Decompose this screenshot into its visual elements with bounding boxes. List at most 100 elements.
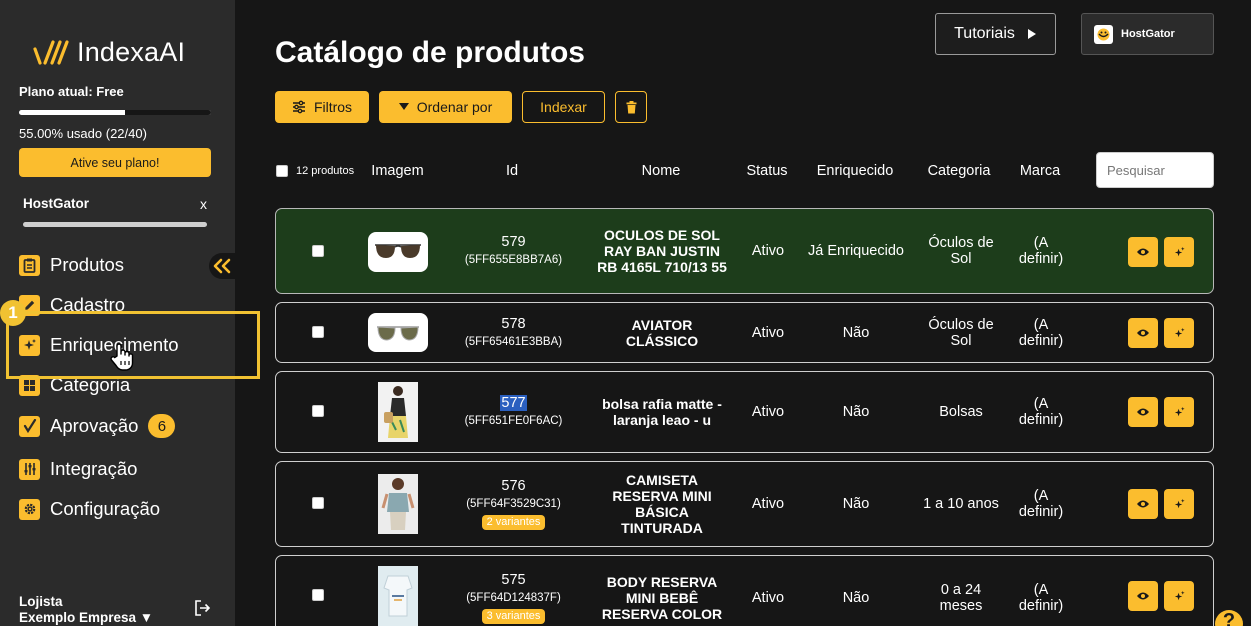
filter-sliders-icon xyxy=(292,100,305,114)
product-name: bolsa rafia matte - laranja leao - u xyxy=(602,396,722,428)
product-sku: (5FF64D124837F) xyxy=(466,592,561,604)
enrich-button[interactable] xyxy=(1164,237,1194,267)
product-id: 575 xyxy=(501,572,526,588)
double-chevron-left-icon xyxy=(213,258,231,274)
view-button[interactable] xyxy=(1128,581,1158,611)
sidebar-item-label: Integração xyxy=(50,458,138,479)
store-close-button[interactable]: x xyxy=(200,196,207,212)
table-row[interactable]: 579 (5FF655E8BB7A6) OCULOS DE SOL RAY BA… xyxy=(275,208,1214,294)
column-header-imagem[interactable]: Imagem xyxy=(360,163,435,179)
sort-button[interactable]: Ordenar por xyxy=(379,91,512,123)
product-name: CAMISETA RESERVA MINI BÁSICA TINTURADA xyxy=(612,472,712,536)
product-sku: (5FF64F3529C31) xyxy=(466,498,561,510)
logout-button[interactable] xyxy=(193,599,211,622)
cell-status: Ativo xyxy=(751,404,785,420)
enrich-button[interactable] xyxy=(1164,581,1194,611)
cell-brand: (A definir) xyxy=(1018,488,1064,520)
row-checkbox[interactable] xyxy=(312,589,324,601)
column-header-categoria[interactable]: Categoria xyxy=(919,163,999,179)
sliders-icon xyxy=(19,458,40,480)
column-header-id[interactable]: Id xyxy=(482,163,542,179)
sidebar-item-integracao[interactable]: Integração xyxy=(19,456,137,482)
product-id: 577 xyxy=(500,395,527,411)
row-checkbox[interactable] xyxy=(312,405,324,417)
sidebar-item-label: Produtos xyxy=(50,254,125,275)
plan-usage-text: 55.00% usado (22/40) xyxy=(19,126,147,141)
index-button[interactable]: Indexar xyxy=(522,91,605,123)
cell-brand: (A definir) xyxy=(1018,396,1064,428)
product-id: 579 xyxy=(501,234,526,250)
collapse-sidebar-button[interactable] xyxy=(209,253,235,279)
company-selector[interactable]: Exemplo Empresa ▼ xyxy=(19,610,153,625)
cell-enriched: Não xyxy=(842,496,870,512)
cell-id: 578 (5FF65461E3BBA) xyxy=(446,303,581,362)
cell-category: 1 a 10 anos xyxy=(923,496,999,512)
search-input[interactable] xyxy=(1096,152,1214,188)
filters-button[interactable]: Filtros xyxy=(275,91,369,123)
store-selector[interactable]: HostGator x xyxy=(23,196,207,212)
product-sku: (5FF655E8BB7A6) xyxy=(464,254,563,266)
cell-category: Óculos de Sol xyxy=(928,235,994,267)
row-checkbox[interactable] xyxy=(312,326,324,338)
column-header-marca[interactable]: Marca xyxy=(1010,163,1070,179)
table-row[interactable]: 576 (5FF64F3529C31) 2 variantes CAMISETA… xyxy=(275,461,1214,547)
product-name: BODY RESERVA MINI BEBÊ RESERVA COLOR xyxy=(601,574,723,622)
view-button[interactable] xyxy=(1128,237,1158,267)
cell-id: 577 (5FF651FE0F6AC) xyxy=(446,372,581,452)
table-row[interactable]: 578 (5FF65461E3BBA) AVIATOR CLÁSSICO Ati… xyxy=(275,302,1214,363)
row-checkbox[interactable] xyxy=(312,245,324,257)
help-button[interactable]: ? xyxy=(1215,610,1243,626)
table-row[interactable]: 577 (5FF651FE0F6AC) bolsa rafia matte - … xyxy=(275,371,1214,453)
column-header-enriquecido[interactable]: Enriquecido xyxy=(805,163,905,179)
sidebar-item-produtos[interactable]: Produtos xyxy=(19,252,124,278)
sidebar-item-configuracao[interactable]: Configuração xyxy=(19,496,160,522)
product-image-sunglasses xyxy=(368,232,428,272)
account-name: HostGator xyxy=(1121,28,1175,40)
hostgator-logo-icon xyxy=(1094,24,1113,44)
product-id: 576 xyxy=(501,478,526,494)
gear-icon xyxy=(19,498,40,520)
cell-category: Bolsas xyxy=(939,404,983,420)
cell-id: 576 (5FF64F3529C31) 2 variantes xyxy=(446,462,581,546)
approval-count-badge: 6 xyxy=(148,414,176,438)
cell-brand: (A definir) xyxy=(1018,316,1064,349)
sidebar-item-label: Aprovação xyxy=(50,415,139,436)
cell-name: CAMISETA RESERVA MINI BÁSICA TINTURADA xyxy=(596,462,728,546)
cell-category: Óculos de Sol xyxy=(928,316,994,349)
enrich-button[interactable] xyxy=(1164,397,1194,427)
eye-icon xyxy=(1137,592,1149,600)
logo-mark-icon xyxy=(33,39,69,65)
cell-id: 575 (5FF64D124837F) 3 variantes xyxy=(446,556,581,626)
column-header-status[interactable]: Status xyxy=(737,163,797,179)
product-image-body xyxy=(378,566,418,626)
delete-button[interactable] xyxy=(615,91,647,123)
page-title: Catálogo de produtos xyxy=(275,36,585,69)
sparkle-icon xyxy=(1174,327,1185,337)
account-selector[interactable]: HostGator xyxy=(1081,13,1214,55)
product-image-bag xyxy=(378,382,418,442)
table-row[interactable]: 575 (5FF64D124837F) 3 variantes BODY RES… xyxy=(275,555,1214,626)
plan-usage-bar xyxy=(19,110,211,115)
eye-icon xyxy=(1137,248,1149,256)
product-image-kid xyxy=(378,474,418,534)
trash-icon xyxy=(626,100,636,113)
column-header-nome[interactable]: Nome xyxy=(611,163,711,179)
enrich-button[interactable] xyxy=(1164,489,1194,519)
tutorials-button[interactable]: Tutoriais xyxy=(935,13,1056,55)
logo[interactable]: IndexaAI xyxy=(33,36,185,68)
select-all[interactable]: 12 produtos xyxy=(276,165,354,177)
view-button[interactable] xyxy=(1128,397,1158,427)
eye-icon xyxy=(1137,329,1149,337)
select-all-checkbox[interactable] xyxy=(276,165,288,177)
product-name: OCULOS DE SOL RAY BAN JUSTIN RB 4165L 71… xyxy=(597,227,727,275)
cell-status: Ativo xyxy=(751,590,785,606)
tutorial-step-badge: 1 xyxy=(0,300,26,326)
store-divider xyxy=(23,222,207,227)
row-checkbox[interactable] xyxy=(312,497,324,509)
product-sku: (5FF651FE0F6AC) xyxy=(464,415,563,427)
view-button[interactable] xyxy=(1128,489,1158,519)
enrich-button[interactable] xyxy=(1164,318,1194,348)
view-button[interactable] xyxy=(1128,318,1158,348)
sidebar-item-aprovacao[interactable]: Aprovação 6 xyxy=(19,413,176,439)
cell-name: OCULOS DE SOL RAY BAN JUSTIN RB 4165L 71… xyxy=(596,209,728,293)
